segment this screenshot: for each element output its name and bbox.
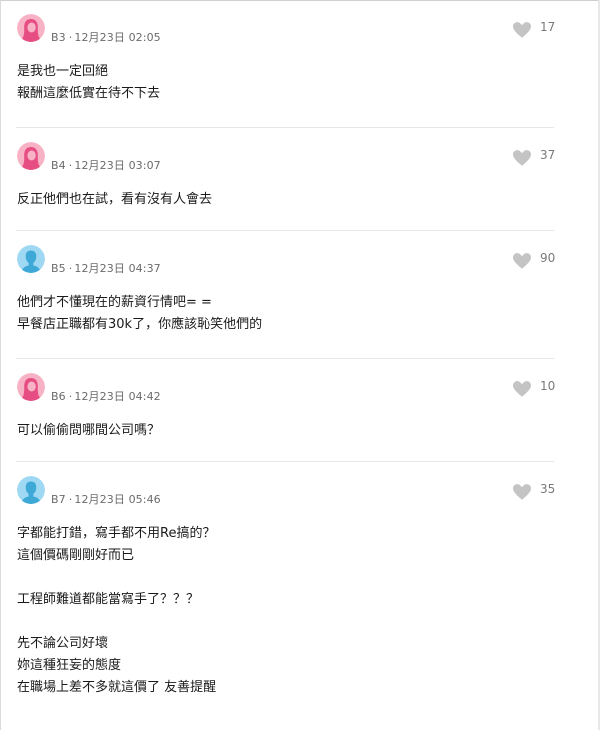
like-button[interactable]: 10 [513,379,568,399]
comment-time: 03:07 [128,159,161,172]
female-avatar-icon[interactable] [17,373,45,401]
meta-separator: · [68,493,73,506]
comment-body: 他們才不懂現在的薪資行情吧= = 早餐店正職都有30k了，你應該恥笑他們的 [17,292,557,336]
comment-line: 早餐店正職都有30k了，你應該恥笑他們的 [17,317,263,332]
comment-body: 是我也一定回絕報酬這麼低實在待不下去 [17,61,557,105]
comment-body: 可以偷偷問哪間公司嗎？ [17,420,557,442]
comment-line: 在職場上差不多就這價了 友善提醒 [17,680,217,695]
comment-meta: B7 · 12月23日 05:46 [51,491,161,507]
like-count: 35 [540,482,556,496]
comment-divider [16,358,554,359]
female-avatar-icon[interactable] [17,14,45,42]
like-count: 17 [540,20,556,34]
floor-label[interactable]: B4 [51,159,66,172]
heart-icon[interactable] [513,22,531,38]
heart-icon[interactable] [513,253,531,269]
comment-line: 字都能打錯，寫手都不用Re搞的？ [17,526,216,541]
comment-date: 12月23日 [74,159,125,172]
frame-left-border [0,0,1,730]
comment-line: 妳這種狂妄的態度 [17,658,122,673]
frame-top-border [0,0,600,1]
comment-line: 先不論公司好壞 [17,636,109,651]
male-avatar-icon[interactable] [17,476,45,504]
comment-date: 12月23日 [74,390,125,403]
floor-label[interactable]: B5 [51,262,66,275]
comment-divider [16,461,554,462]
floor-label[interactable]: B6 [51,390,66,403]
comment-line: 這個價碼剛剛好而已 [17,548,135,563]
comment-line: 工程師難道都能當寫手了？？？ [17,592,200,607]
comment-time: 05:46 [128,493,161,506]
like-button[interactable]: 90 [513,251,568,271]
comment-meta: B6 · 12月23日 04:42 [51,388,161,404]
comment-divider [16,127,554,128]
meta-separator: · [68,159,73,172]
meta-separator: · [68,31,73,44]
comment-time: 04:37 [128,262,161,275]
comment-divider [16,230,554,231]
like-button[interactable]: 17 [513,20,568,40]
comment-time: 02:05 [128,31,161,44]
comment-date: 12月23日 [74,262,125,275]
floor-label[interactable]: B7 [51,493,66,506]
heart-icon[interactable] [513,381,531,397]
comment-line: 他們才不懂現在的薪資行情吧= = [17,295,212,310]
heart-icon[interactable] [513,150,531,166]
meta-separator: · [68,262,73,275]
floor-label[interactable]: B3 [51,31,66,44]
comment-body: 反正他們也在試，看有沒有人會去 [17,189,557,211]
heart-icon[interactable] [513,484,531,500]
comment-line: 可以偷偷問哪間公司嗎？ [17,423,161,438]
like-count: 10 [540,379,556,393]
comment-line: 反正他們也在試，看有沒有人會去 [17,192,213,207]
comment-meta: B5 · 12月23日 04:37 [51,260,161,276]
female-avatar-icon[interactable] [17,142,45,170]
like-button[interactable]: 35 [513,482,568,502]
comment-line: 是我也一定回絕 [17,64,109,79]
like-count: 37 [540,148,556,162]
comment-date: 12月23日 [74,493,125,506]
meta-separator: · [68,390,73,403]
like-count: 90 [540,251,556,265]
like-button[interactable]: 37 [513,148,568,168]
male-avatar-icon[interactable] [17,245,45,273]
comment-date: 12月23日 [74,31,125,44]
comment-meta: B4 · 12月23日 03:07 [51,157,161,173]
comment-body: 字都能打錯，寫手都不用Re搞的？ 這個價碼剛剛好而已工程師難道都能當寫手了？？？ 先… [17,523,557,699]
comment-line: 報酬這麼低實在待不下去 [17,86,161,101]
comment-time: 04:42 [128,390,161,403]
comment-meta: B3 · 12月23日 02:05 [51,29,161,45]
